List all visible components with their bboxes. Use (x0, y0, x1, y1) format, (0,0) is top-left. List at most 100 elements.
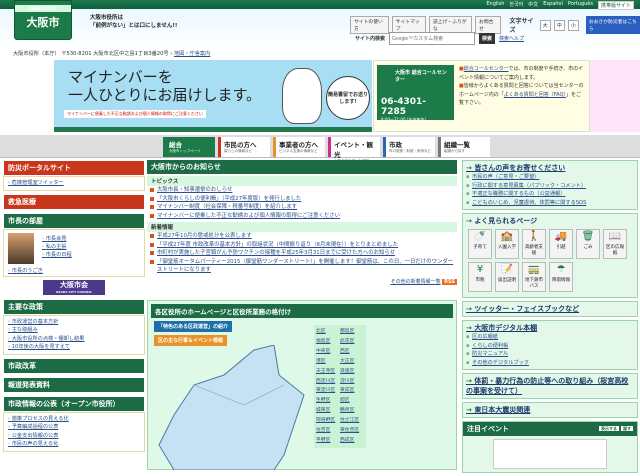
voice-item[interactable]: こどものいじめ、児童虐待、体罰等に関するSOS (466, 199, 634, 208)
ward-link[interactable]: 浪速区 (340, 367, 364, 377)
font-size-large[interactable]: 大 (539, 19, 551, 31)
digital-item[interactable]: その他のデジタルブック (466, 359, 634, 368)
ward-link[interactable]: 福島区 (316, 337, 340, 347)
ward-link[interactable]: 西淀川区 (316, 377, 340, 387)
digital-item[interactable]: くらしの便利帳 (466, 342, 634, 351)
popular-page-button[interactable]: ☂ 降雨情報 (549, 262, 573, 292)
topic-item[interactable]: マイナンバー制度（社会保障・税番号制度）を紹介します (147, 203, 457, 212)
osaka-ward-map[interactable] (154, 345, 314, 470)
popular-page-button[interactable]: 📖 区の広報紙 (603, 229, 627, 259)
mayor-schedule-link[interactable]: 市長の日程 (42, 251, 72, 260)
topic-item[interactable]: 「大阪市くらしの便利帳」（平成27年度版）を発行しました (147, 195, 457, 204)
ward-link[interactable]: 西区 (340, 347, 364, 357)
lang-chinese[interactable]: 中文 (528, 1, 538, 10)
city-council-banner[interactable]: 大阪市会 OSAKA CITY COUNCIL (43, 279, 105, 295)
corporal-punishment-link[interactable]: 体罰・暴力行為の防止等への取り組み（桜宮高校の事案を受けて） (466, 376, 634, 396)
lang-korean[interactable]: 한국어 (509, 1, 523, 10)
news-item[interactable]: 「平成27年度 市政改革の基本方針」の取組状況（中間振り返り（8月末現在））をと… (147, 241, 457, 250)
mynumber-banner[interactable]: マイナンバーを 一人ひとりにお届けします。 マイナンバーに便乗した不正な勧誘およ… (54, 60, 372, 132)
lang-portuguese[interactable]: Português (568, 1, 593, 10)
call-center-link[interactable]: 総合コールセンター (464, 66, 509, 72)
show-button[interactable]: 表示する (599, 426, 619, 431)
font-size-small[interactable]: 小 (567, 19, 579, 31)
mayor-activity-link[interactable]: 市長のうごき (8, 267, 43, 276)
digital-item[interactable]: 区の広報紙 (466, 333, 634, 342)
banner-slider-bar[interactable] (54, 127, 372, 132)
ward-link[interactable]: 天王寺区 (316, 367, 340, 377)
digital-bookshelf-link[interactable]: 大阪市デジタル本棚 (466, 323, 634, 333)
news-item[interactable]: 平成27年10月の懲戒処分を公表します (147, 232, 457, 241)
news-item[interactable]: 市町村が実施した子宮頸がん予防ワクチンの接種を平成25年3月31日までに受けた方… (147, 249, 457, 258)
open-item[interactable]: 公金支出情報の公表 (8, 432, 140, 441)
ward-link[interactable]: 東住吉区 (340, 426, 364, 436)
search-help-link[interactable]: 検索ヘルプ (499, 35, 524, 42)
call-center-box[interactable]: 大阪市 総合コールセンター 06-4301-7285 8:00～21:00 (年中無… (377, 65, 454, 122)
search-input[interactable] (389, 32, 476, 45)
open-item[interactable]: 施策プロセスの見える化 (8, 415, 140, 424)
ward-link[interactable]: 東成区 (340, 386, 364, 396)
popular-page-button[interactable]: ¥ 市税 (468, 262, 492, 292)
policy-item[interactable]: 10年後の大阪を見すえて (8, 343, 140, 352)
popular-page-button[interactable]: 🍼 子育て (468, 229, 492, 259)
news-item[interactable]: 「御堂筋オータムパーティー2015（御堂筋ワンダーストリート）」を開催します！御… (147, 258, 457, 275)
tab-organizations[interactable]: 組織一覧 組織から探す (438, 137, 490, 157)
ward-link[interactable]: 西成区 (340, 436, 364, 446)
open-item[interactable]: 市民の声の見える化 (8, 440, 140, 449)
event-image[interactable] (493, 439, 607, 469)
policy-item[interactable]: 大阪市役所の点検・棚卸し結果 (8, 335, 140, 344)
open-city-link[interactable]: 市政情報の公表（オープン市役所） (3, 395, 145, 412)
search-button[interactable]: 検索 (479, 33, 496, 44)
lang-english[interactable]: English (486, 1, 504, 10)
popular-page-button[interactable]: 🚃 地下鉄市バス (522, 262, 546, 292)
ward-link[interactable]: 北区 (316, 327, 340, 337)
voice-item[interactable]: 行政に関する意見募集（パブリック・コメント） (466, 182, 634, 191)
ward-link[interactable]: 中央区 (316, 347, 340, 357)
voice-item[interactable]: 市民の声（ご意見・ご要望） (466, 173, 634, 182)
tab-city-admin[interactable]: 市政 市の施策・財政・条例など (383, 137, 435, 157)
digital-item[interactable]: 防災マニュアル (466, 350, 634, 359)
ward-link[interactable]: 淀川区 (340, 377, 364, 387)
osaka-app-button[interactable]: おおさか防災者はこちら (585, 16, 640, 34)
rss-icon[interactable]: RSS (442, 278, 457, 285)
press-release-link[interactable]: 報道発表資料 (3, 376, 145, 393)
popular-page-button[interactable]: 🏫 入園入学 (495, 229, 519, 259)
ward-link[interactable]: 住吉区 (316, 426, 340, 436)
popular-page-button[interactable]: 🗑 ごみ (576, 229, 600, 259)
ward-link[interactable]: 旭区 (340, 396, 364, 406)
policy-item[interactable]: 主な取組み (8, 326, 140, 335)
topic-item[interactable]: マイナンバーに便乗した不正な勧誘および個人情報の取得にご注意ください (147, 212, 457, 221)
ward-link[interactable]: 平野区 (316, 436, 340, 446)
voice-item[interactable]: 不適正な職務に関するもの（公益通報） (466, 190, 634, 199)
ward-link[interactable]: 此花区 (340, 337, 364, 347)
lang-spanish[interactable]: Español (543, 1, 563, 10)
hide-button[interactable]: 隠す (621, 426, 633, 431)
ward-link[interactable]: 城東区 (316, 406, 340, 416)
ward-link[interactable]: 生野区 (316, 396, 340, 406)
faq-link[interactable]: よくある質問と回答（FAQ） (504, 92, 566, 98)
mobile-site-link[interactable]: 携帯版サイト (597, 1, 634, 10)
mayor-room-link[interactable]: 市長の部屋 (3, 212, 145, 229)
ward-link[interactable]: 鶴見区 (340, 406, 364, 416)
map-link[interactable]: 地図・庁舎案内 (174, 51, 210, 57)
tab-general[interactable]: 総合 大阪市トップページ (163, 137, 215, 157)
emergency-medical-link[interactable]: 救急医療 (3, 193, 145, 210)
ward-link[interactable]: 大正区 (340, 357, 364, 367)
tab-events[interactable]: イベント・観光大阪市内で楽しむ情報 (328, 137, 380, 163)
crisis-twitter-link[interactable]: 危機管理室ツイッター (8, 179, 140, 188)
popular-page-button[interactable]: 🚚 引越 (549, 229, 573, 259)
popular-page-button[interactable]: 📝 届出証明 (495, 262, 519, 292)
topic-item[interactable]: 大阪市長・知事選挙のおしらせ (147, 186, 457, 195)
more-news-link[interactable]: その他の新着情報一覧 (391, 279, 441, 285)
ward-link[interactable]: 港区 (316, 357, 340, 367)
ward-link[interactable]: 東淀川区 (316, 386, 340, 396)
voice-link[interactable]: 皆さんの声をお寄せください (466, 163, 634, 173)
disaster-portal-link[interactable]: 防災ポータルサイト (3, 160, 145, 176)
popular-page-button[interactable]: 🚶 高齢者支援 (522, 229, 546, 259)
font-size-medium[interactable]: 中 (553, 19, 565, 31)
ward-link[interactable]: 住之江区 (340, 416, 364, 426)
ward-link[interactable]: 都島区 (340, 327, 364, 337)
ward-link[interactable]: 阿倍野区 (316, 416, 340, 426)
main-policy-link[interactable]: 主要な政策 (3, 298, 145, 315)
tab-business[interactable]: 事業者の方へ ビジネス支援の情報など (273, 137, 325, 157)
tab-citizens[interactable]: 市民の方へ 暮らしの情報など (218, 137, 270, 157)
